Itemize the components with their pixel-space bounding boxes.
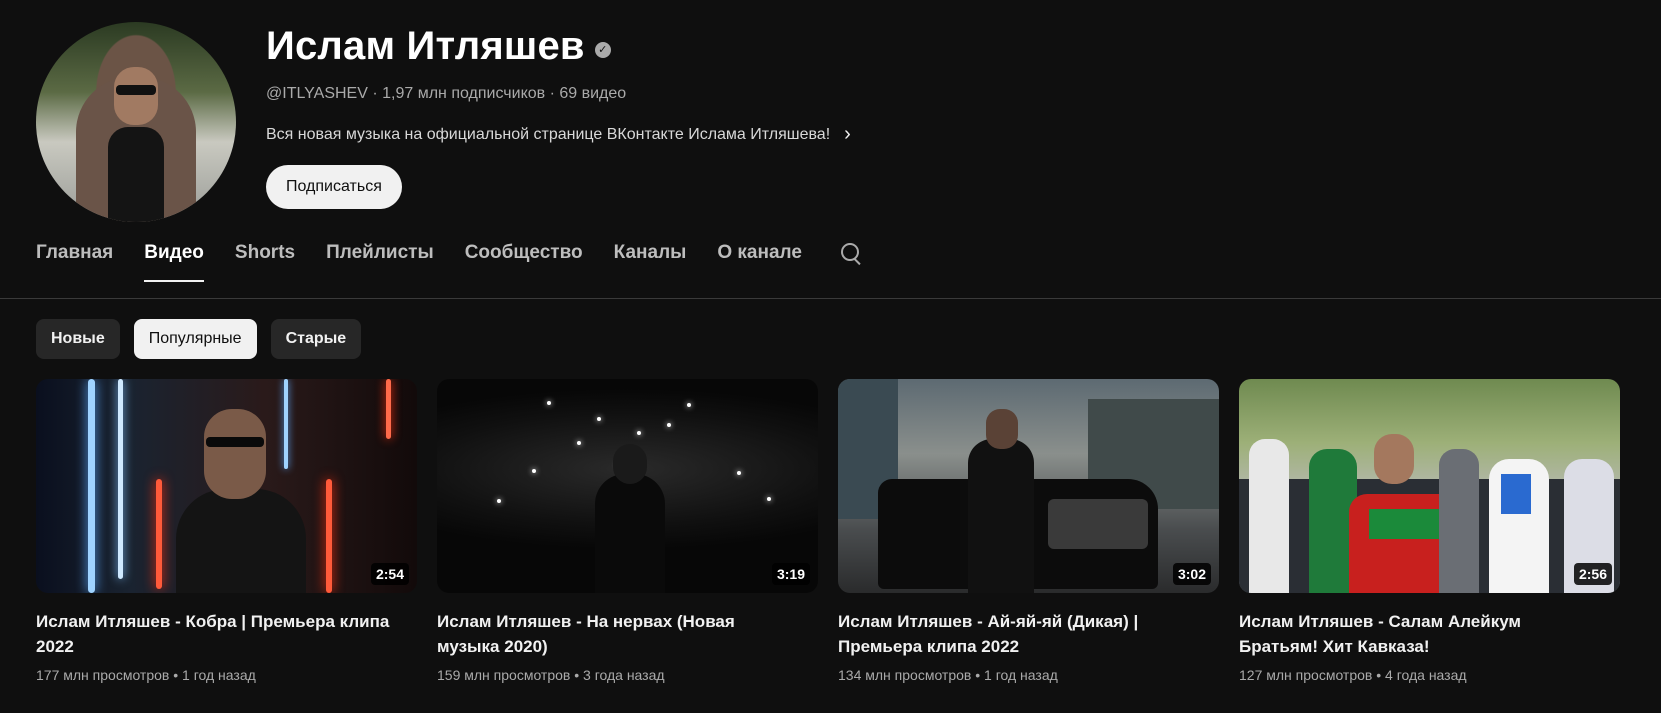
channel-description[interactable]: Вся новая музыка на официальной странице…	[266, 123, 851, 146]
video-thumbnail[interactable]: 2:56	[1239, 379, 1620, 593]
tab-playlists[interactable]: Плейлисты	[326, 242, 434, 282]
channel-meta: @ITLYASHEV · 1,97 млн подписчиков · 69 в…	[266, 85, 627, 102]
channel-header: Ислам Итляшев ✓ @ITLYASHEV · 1,97 млн по…	[36, 22, 1636, 222]
search-icon[interactable]	[839, 241, 863, 266]
video-meta: 127 млн просмотров • 4 года назад	[1239, 667, 1467, 683]
chip-oldest[interactable]: Старые	[270, 319, 362, 359]
video-card[interactable]: 2:54 Ислам Итляшев - Кобра | Премьера кл…	[36, 379, 417, 683]
video-duration: 2:54	[370, 563, 409, 585]
video-thumbnail[interactable]: 3:19	[437, 379, 818, 593]
video-meta: 134 млн просмотров • 1 год назад	[838, 667, 1058, 683]
video-title[interactable]: Ислам Итляшев - Салам Алейкум Братьям! Х…	[1239, 609, 1599, 659]
video-duration: 3:19	[771, 563, 810, 585]
tabs-divider	[0, 298, 1661, 299]
channel-description-text: Вся новая музыка на официальной странице…	[266, 125, 831, 143]
verified-check-icon: ✓	[594, 41, 611, 58]
video-duration: 3:02	[1172, 563, 1211, 585]
tab-community[interactable]: Сообщество	[465, 242, 583, 282]
video-thumbnail[interactable]: 3:02	[838, 379, 1219, 593]
chip-popular[interactable]: Популярные	[133, 319, 257, 359]
video-meta: 159 млн просмотров • 3 года назад	[437, 667, 665, 683]
video-grid: 2:54 Ислам Итляшев - Кобра | Премьера кл…	[36, 379, 1620, 683]
sort-chips: Новые Популярные Старые	[36, 319, 362, 359]
channel-tabs: Главная Видео Shorts Плейлисты Сообществ…	[36, 242, 863, 282]
video-card[interactable]: 2:56 Ислам Итляшев - Салам Алейкум Брать…	[1239, 379, 1620, 683]
channel-avatar[interactable]	[36, 22, 236, 222]
channel-title-row: Ислам Итляшев ✓	[266, 24, 611, 69]
subscribe-button[interactable]: Подписаться	[266, 165, 402, 209]
tab-shorts[interactable]: Shorts	[235, 242, 295, 282]
video-title[interactable]: Ислам Итляшев - Кобра | Премьера клипа 2…	[36, 609, 396, 659]
tab-home[interactable]: Главная	[36, 242, 113, 282]
tab-videos[interactable]: Видео	[144, 242, 204, 282]
video-thumbnail[interactable]: 2:54	[36, 379, 417, 593]
video-title[interactable]: Ислам Итляшев - Ай-яй-яй (Дикая) | Премь…	[838, 609, 1198, 659]
video-card[interactable]: 3:19 Ислам Итляшев - На нервах (Новая му…	[437, 379, 818, 683]
channel-title: Ислам Итляшев	[266, 24, 585, 68]
video-duration: 2:56	[1573, 563, 1612, 585]
tab-about[interactable]: О канале	[717, 242, 802, 282]
chevron-right-icon: ›	[844, 123, 851, 145]
chip-newest[interactable]: Новые	[36, 319, 120, 359]
video-title[interactable]: Ислам Итляшев - На нервах (Новая музыка …	[437, 609, 797, 659]
tab-channels[interactable]: Каналы	[614, 242, 687, 282]
video-meta: 177 млн просмотров • 1 год назад	[36, 667, 256, 683]
video-card[interactable]: 3:02 Ислам Итляшев - Ай-яй-яй (Дикая) | …	[838, 379, 1219, 683]
